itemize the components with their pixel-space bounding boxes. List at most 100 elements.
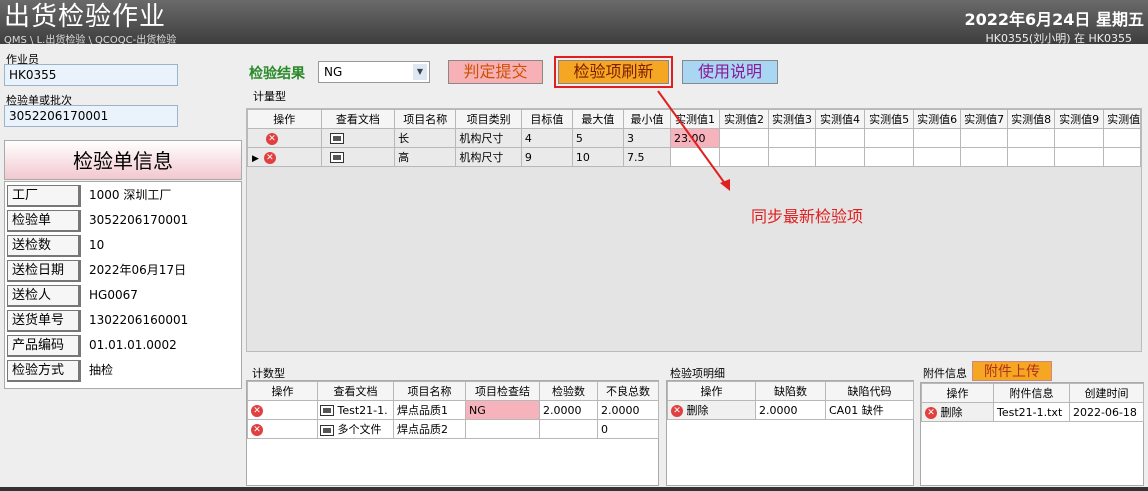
defect-count-cell[interactable]: 2.0000 — [755, 400, 826, 420]
help-button[interactable]: 使用说明 — [682, 60, 778, 84]
col-header[interactable]: 最大值 — [571, 109, 624, 129]
measured-value-cell[interactable] — [960, 128, 1009, 148]
col-header[interactable]: 缺陷代码 — [825, 381, 914, 401]
item-name-cell: 高 — [394, 147, 457, 167]
created-time-cell: 2022-06-18 — [1069, 402, 1144, 422]
submit-judgment-button[interactable]: 判定提交 — [448, 60, 543, 84]
col-header[interactable]: 实测值7 — [960, 109, 1009, 129]
col-header[interactable]: 实测值3 — [768, 109, 817, 129]
info-value: 1000 深圳工厂 — [89, 188, 172, 202]
delete-button[interactable]: ✕ 删除 — [667, 400, 756, 420]
count-header-row: 操作 查看文档 项目名称 项目检查结 检验数 不良总数 — [247, 381, 659, 401]
col-header[interactable]: 实测值1 — [1103, 109, 1141, 129]
col-header[interactable]: 操作 — [667, 381, 756, 401]
batch-field[interactable]: 3052206170001 — [4, 105, 178, 127]
table-row[interactable]: ✕ 删除 2.0000 CA01 缺件 — [667, 400, 914, 420]
attach-table: 操作 附件信息 创建时间 ✕ 删除 Test21-1.txt 2022-06-18 — [921, 383, 1144, 422]
defect-code-cell[interactable]: CA01 缺件 — [825, 400, 914, 420]
col-header[interactable]: 项目名称 — [393, 381, 466, 401]
breadcrumb: QMS \ L.出货检验 \ QCOQC-出货检验 — [4, 35, 177, 46]
measured-value-cell[interactable] — [913, 128, 962, 148]
col-header[interactable]: 检验数 — [539, 381, 598, 401]
col-header[interactable]: 项目名称 — [394, 109, 457, 129]
target-cell: 4 — [520, 128, 573, 148]
measured-value-cell[interactable] — [815, 147, 866, 167]
info-key-button[interactable]: 检验方式 — [7, 360, 81, 382]
info-key-button[interactable]: 工厂 — [7, 185, 81, 207]
delete-button[interactable]: ✕ 删除 — [921, 402, 994, 422]
info-row: 送检数 10 — [7, 235, 241, 257]
measured-value-cell[interactable] — [1103, 147, 1141, 167]
max-cell: 10 — [571, 147, 624, 167]
col-header[interactable]: 查看文档 — [317, 381, 394, 401]
file-name-cell[interactable]: Test21-1.txt — [993, 402, 1070, 422]
inspect-qty-cell[interactable] — [539, 419, 598, 439]
info-value: 3052206170001 — [89, 213, 189, 227]
col-header[interactable]: 查看文档 — [320, 109, 396, 129]
measured-value-cell[interactable] — [815, 128, 866, 148]
operator-field[interactable]: HK0355 — [4, 64, 178, 86]
check-result-cell[interactable]: NG — [465, 400, 540, 420]
col-header[interactable]: 实测值8 — [1007, 109, 1056, 129]
col-header[interactable]: 创建时间 — [1069, 383, 1144, 403]
info-key-button[interactable]: 送检日期 — [7, 260, 81, 282]
measured-value-cell[interactable] — [960, 147, 1009, 167]
col-header[interactable]: 缺陷数 — [755, 381, 826, 401]
document-icon[interactable] — [320, 405, 334, 416]
info-key-button[interactable]: 产品编码 — [7, 335, 81, 357]
col-header[interactable]: 附件信息 — [993, 383, 1070, 403]
document-icon[interactable] — [320, 424, 334, 436]
col-header[interactable]: 实测值6 — [913, 109, 962, 129]
col-header[interactable]: 实测值9 — [1054, 109, 1105, 129]
col-header[interactable]: 操作 — [921, 383, 994, 403]
col-header[interactable]: 操作 — [247, 381, 318, 401]
measured-value-cell[interactable] — [768, 128, 817, 148]
col-header[interactable]: 目标值 — [520, 109, 573, 129]
measured-value-cell[interactable] — [864, 128, 915, 148]
measured-value-cell[interactable] — [1054, 147, 1105, 167]
delete-icon[interactable]: ✕ — [263, 151, 276, 164]
measured-value-cell[interactable] — [1103, 128, 1141, 148]
table-row[interactable]: ✕ Test21-1. 焊点品质1 NG 2.0000 2.0000 — [247, 400, 659, 420]
check-result-cell[interactable] — [465, 419, 540, 439]
col-header[interactable]: 项目类别 — [455, 109, 522, 129]
table-row[interactable]: ✕ 多个文件 焊点品质2 0 — [247, 419, 659, 439]
row-doc-cell[interactable]: 多个文件 — [317, 419, 394, 439]
info-key-button[interactable]: 送检人 — [7, 285, 81, 307]
measured-value-cell[interactable] — [913, 147, 962, 167]
measured-value-cell[interactable] — [768, 147, 817, 167]
col-header[interactable]: 不良总数 — [597, 381, 659, 401]
col-header[interactable]: 实测值4 — [815, 109, 866, 129]
measured-value-cell[interactable] — [1007, 147, 1056, 167]
info-row: 检验单 3052206170001 — [7, 210, 241, 232]
info-value: HG0067 — [89, 288, 138, 302]
result-select[interactable]: NG ▼ — [318, 61, 430, 83]
row-doc-cell[interactable]: Test21-1. — [317, 400, 394, 420]
refresh-items-button[interactable]: 检验项刷新 — [554, 56, 673, 88]
page-title: 出货检验作业 — [4, 2, 167, 32]
annotation-arrow — [657, 90, 730, 191]
info-row: 工厂 1000 深圳工厂 — [7, 185, 241, 207]
document-icon[interactable] — [329, 152, 344, 163]
inspect-qty-cell[interactable]: 2.0000 — [539, 400, 598, 420]
upload-attachment-button[interactable]: 附件上传 — [972, 361, 1052, 381]
table-row[interactable]: ✕ 删除 Test21-1.txt 2022-06-18 — [921, 402, 1144, 422]
document-icon[interactable] — [329, 133, 344, 144]
col-header[interactable]: 实测值5 — [864, 109, 915, 129]
delete-icon[interactable]: ✕ — [251, 423, 263, 436]
detail-section-title: 检验项明细 — [670, 367, 725, 380]
delete-icon[interactable]: ✕ — [266, 132, 278, 145]
measured-value-cell[interactable] — [1054, 128, 1105, 148]
chevron-down-icon[interactable]: ▼ — [413, 64, 427, 80]
info-key-button[interactable]: 送货单号 — [7, 310, 81, 332]
row-op-cell: ✕ — [247, 128, 322, 148]
col-header[interactable]: 操作 — [247, 109, 322, 129]
bottom-bar — [0, 487, 1148, 491]
col-header[interactable]: 项目检查结 — [465, 381, 540, 401]
info-key-button[interactable]: 检验单 — [7, 210, 81, 232]
info-key-button[interactable]: 送检数 — [7, 235, 81, 257]
row-doc-cell — [320, 147, 396, 167]
measured-value-cell[interactable] — [864, 147, 915, 167]
delete-icon[interactable]: ✕ — [251, 404, 263, 417]
measured-value-cell[interactable] — [1007, 128, 1056, 148]
